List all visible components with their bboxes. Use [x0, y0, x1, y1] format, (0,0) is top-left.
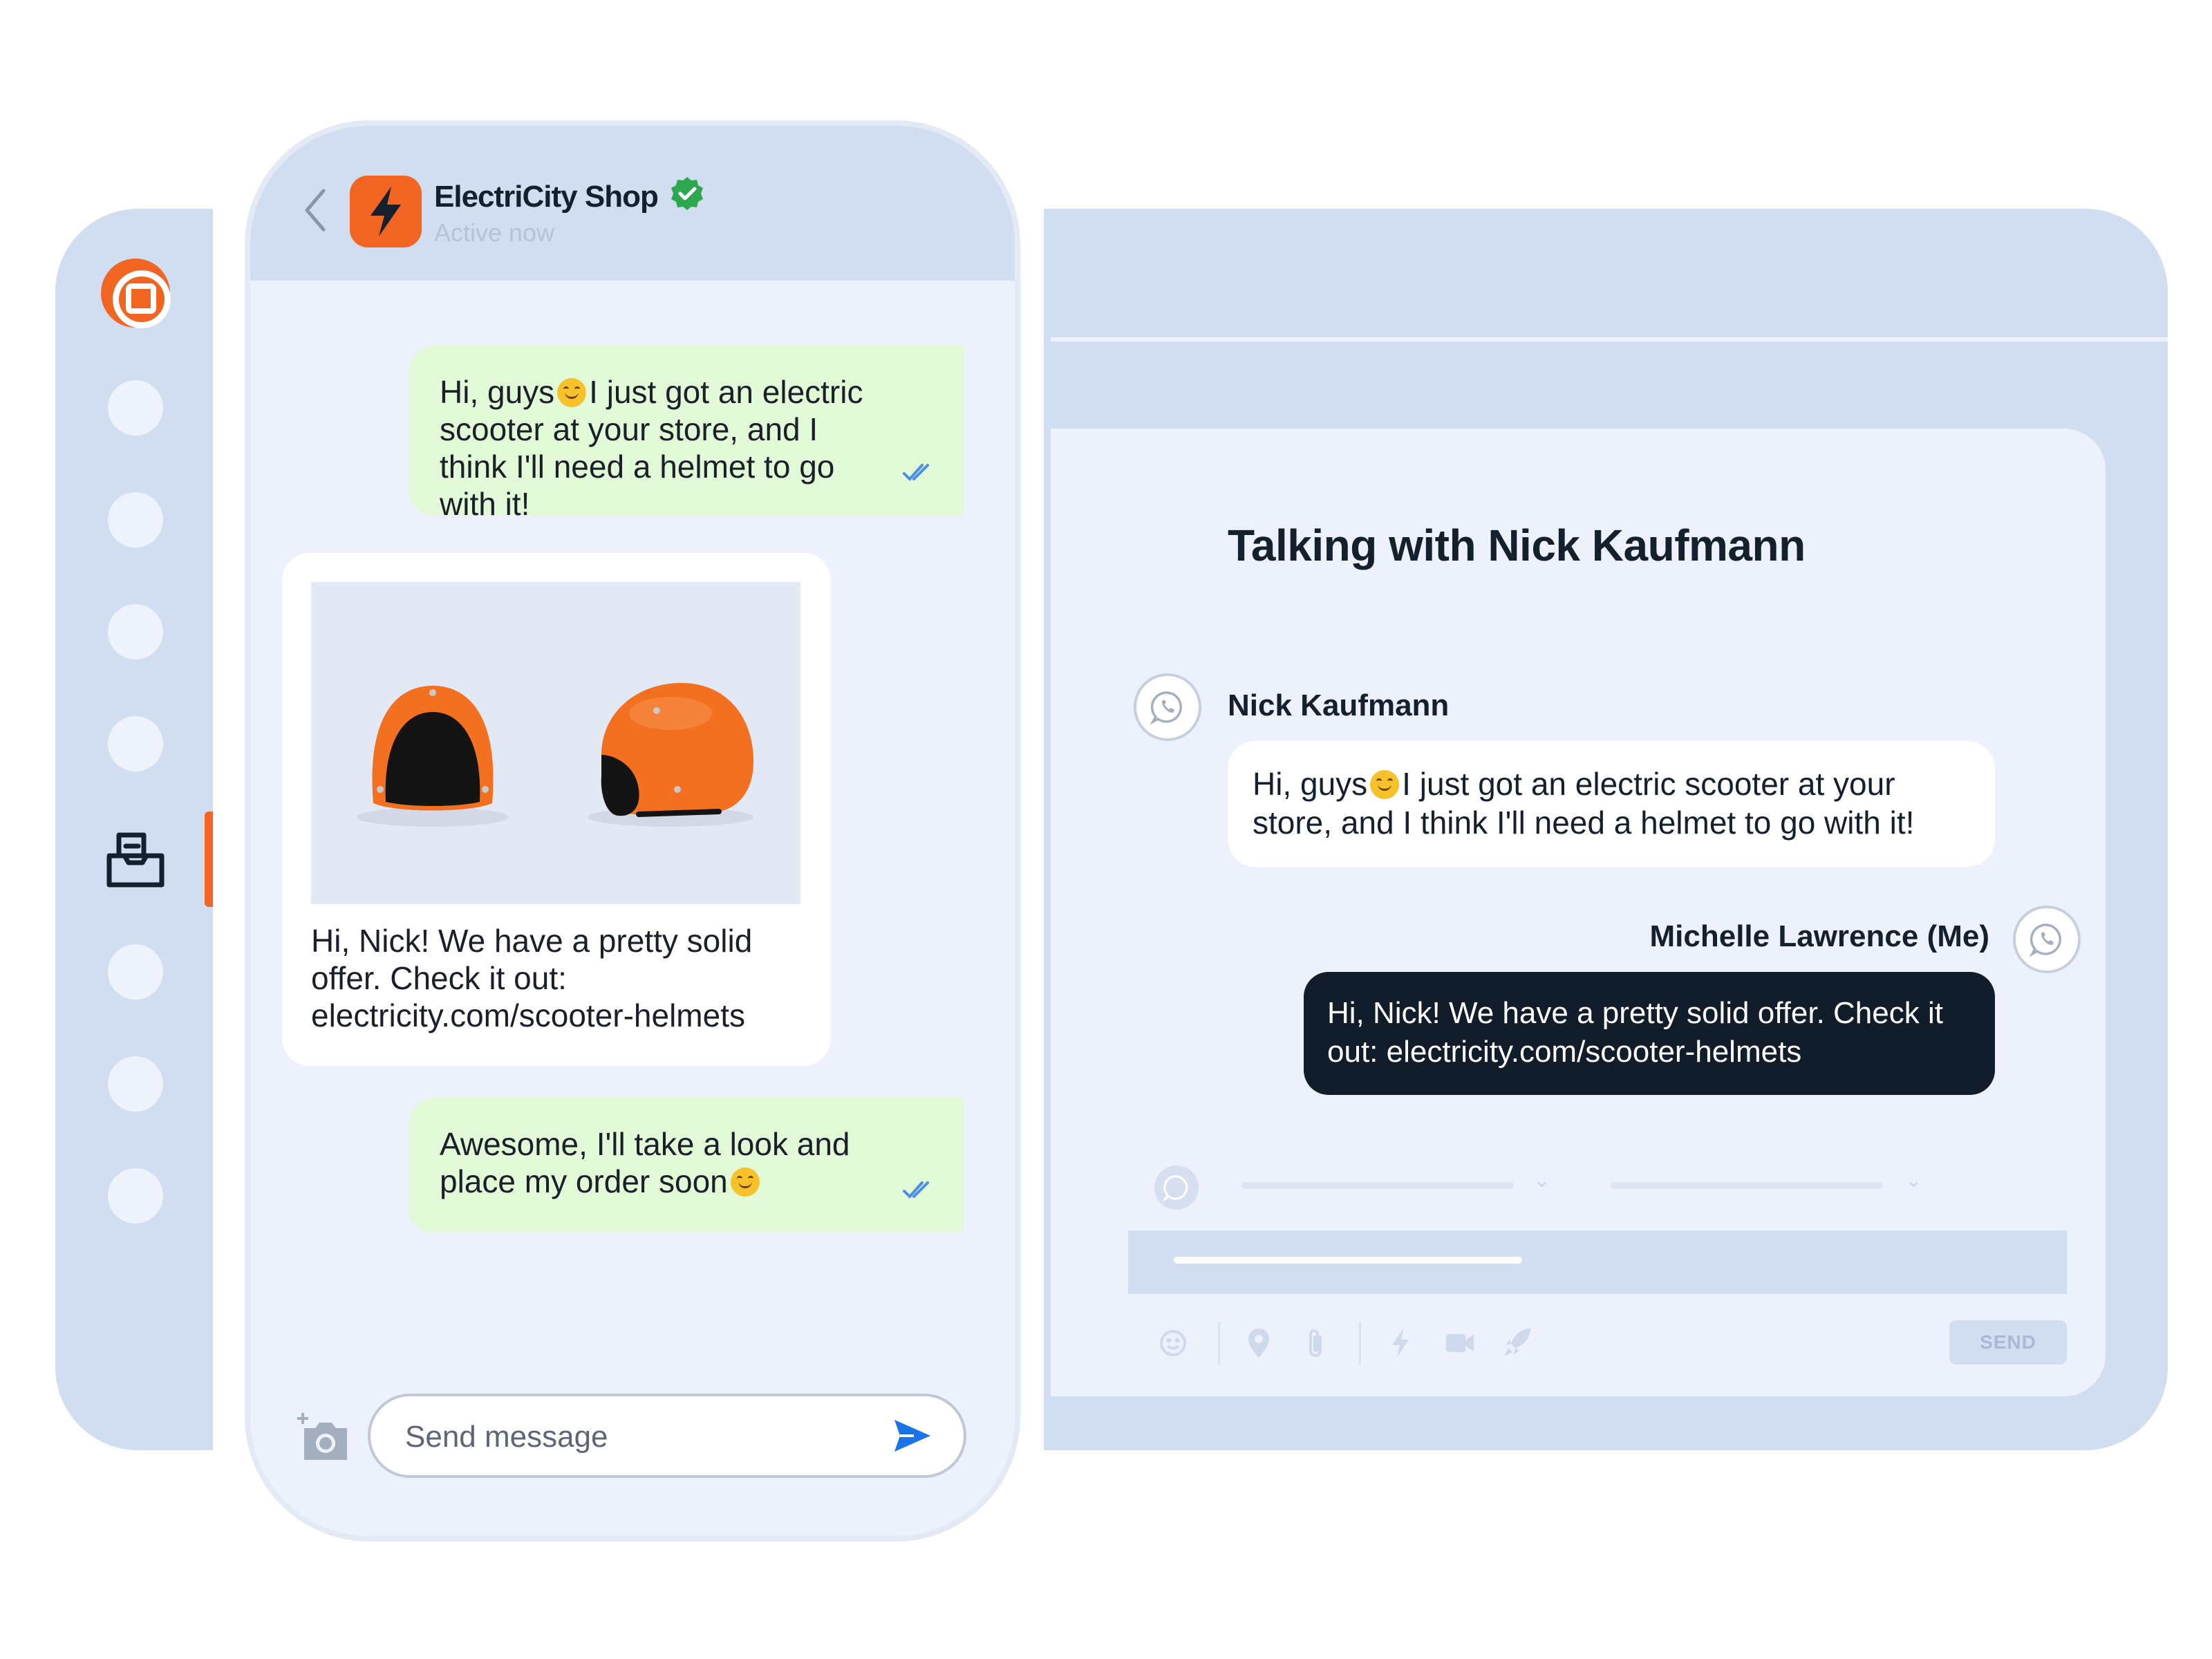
whatsapp-channel-icon	[1134, 673, 1201, 741]
message-input[interactable]: Send message	[368, 1394, 966, 1478]
conversation-title: Talking with Nick Kaufmann	[1228, 521, 1806, 570]
chevron-down-icon: ⌄	[1533, 1169, 1551, 1192]
lightning-icon[interactable]	[1391, 1327, 1410, 1362]
incoming-message-card: Hi, Nick! We have a pretty solid offer. …	[282, 553, 831, 1066]
paperclip-icon[interactable]	[1305, 1327, 1326, 1364]
message-input-placeholder: Send message	[405, 1420, 608, 1454]
double-check-read-icon	[903, 1171, 936, 1208]
verified-badge-icon	[669, 176, 705, 215]
compose-text-placeholder	[1174, 1257, 1522, 1264]
send-button[interactable]: SEND	[1949, 1320, 2067, 1365]
toolbar-separator	[1359, 1322, 1361, 1365]
double-check-read-icon	[903, 453, 936, 491]
message-text: Hi, guys	[1253, 766, 1368, 802]
header-divider	[1051, 337, 2168, 341]
message-text: Awesome, I'll take a look and place my o…	[440, 1126, 850, 1199]
whatsapp-channel-icon	[2013, 906, 2081, 973]
nav-item-2[interactable]	[108, 492, 163, 547]
nav-item-1[interactable]	[108, 380, 163, 435]
add-photo-camera-icon[interactable]	[297, 1412, 353, 1466]
nav-item-6[interactable]	[108, 944, 163, 1000]
message-text: Hi, Nick! We have a pretty solid offer. …	[311, 923, 753, 1033]
shop-status: Active now	[434, 218, 555, 247]
nav-item-7[interactable]	[108, 1056, 163, 1112]
message-author-name: Michelle Lawrence (Me)	[1649, 919, 1989, 953]
channel-dropdown[interactable]	[1241, 1182, 1514, 1189]
helmet-product-image[interactable]	[311, 582, 800, 904]
smiling-face-emoji-icon	[557, 378, 587, 407]
customer-message-bubble: Hi, guys I just got an electric scooter a…	[1228, 741, 1995, 867]
back-arrow-icon[interactable]	[304, 188, 326, 236]
channel-selector-icon[interactable]	[1154, 1165, 1199, 1210]
shop-name: ElectriCity Shop	[434, 180, 659, 214]
inbox-icon[interactable]	[104, 828, 167, 892]
chevron-down-icon: ⌄	[1905, 1169, 1923, 1192]
outgoing-message-bubble: Awesome, I'll take a look and place my o…	[409, 1098, 964, 1233]
video-camera-icon[interactable]	[1445, 1331, 1475, 1358]
nav-item-3[interactable]	[108, 604, 163, 659]
toolbar-separator	[1218, 1322, 1220, 1365]
phone-mockup: ElectriCity Shop Active now Hi, guys I ju…	[245, 120, 1020, 1541]
rocket-icon[interactable]	[1503, 1326, 1533, 1361]
app-logo-icon[interactable]	[101, 259, 171, 328]
recipient-dropdown[interactable]	[1611, 1182, 1883, 1189]
message-text: Hi, guys	[440, 374, 555, 410]
nav-item-8[interactable]	[108, 1168, 163, 1224]
message-author-name: Nick Kaufmann	[1228, 688, 1450, 722]
shop-avatar	[350, 176, 422, 247]
nav-item-4[interactable]	[108, 716, 163, 771]
outgoing-message-bubble: Hi, guys I just got an electric scooter a…	[409, 346, 964, 522]
active-nav-indicator	[205, 812, 213, 907]
agent-message-bubble: Hi, Nick! We have a pretty solid offer. …	[1304, 972, 1995, 1095]
smiling-face-emoji-icon	[1370, 770, 1400, 799]
emoji-icon[interactable]	[1159, 1329, 1188, 1361]
smiling-face-emoji-icon	[730, 1168, 760, 1197]
send-arrow-icon[interactable]	[893, 1418, 932, 1456]
location-pin-icon[interactable]	[1247, 1327, 1271, 1362]
